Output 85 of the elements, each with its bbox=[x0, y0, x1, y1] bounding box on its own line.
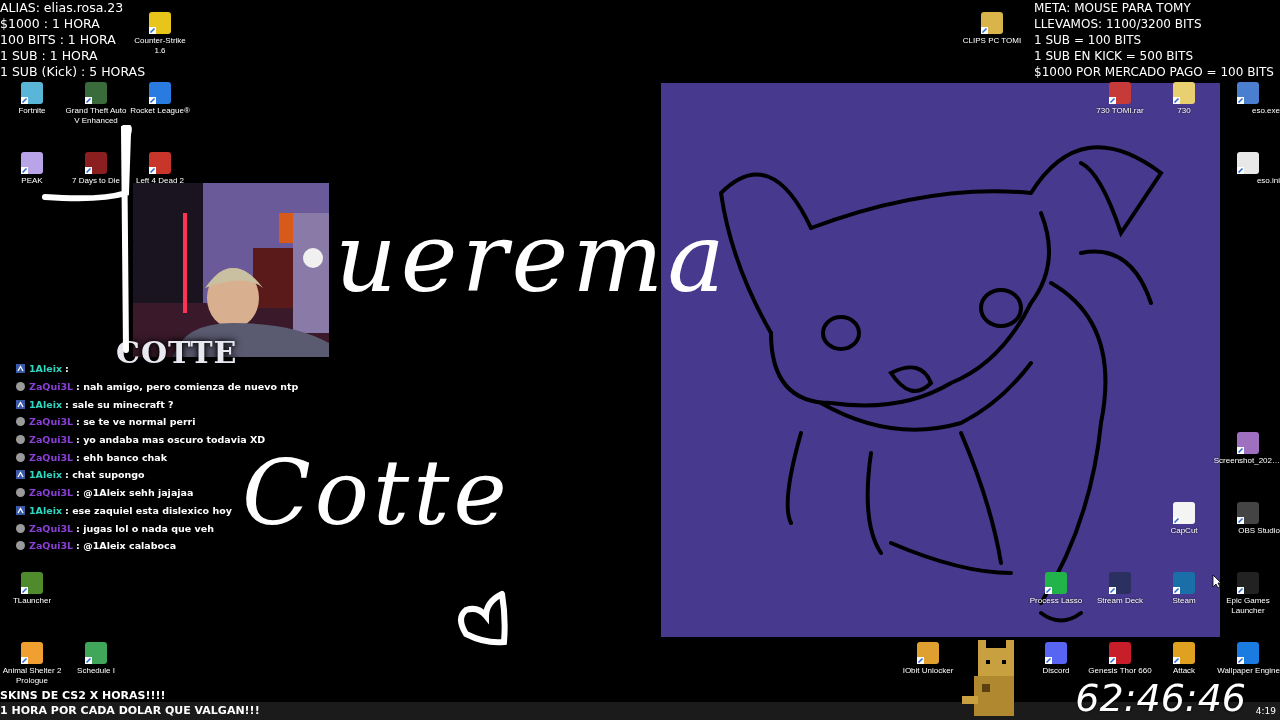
chevron-badge-icon bbox=[16, 505, 25, 515]
icon-label[interactable]: IObit Unlocker bbox=[902, 666, 954, 676]
overlay-text: META: MOUSE PARA TOMY bbox=[1034, 0, 1192, 16]
app-icon bbox=[1109, 82, 1131, 104]
app-icon bbox=[1173, 502, 1195, 524]
app-icon bbox=[21, 82, 43, 104]
app-icon bbox=[1173, 642, 1195, 664]
app-icon bbox=[85, 642, 107, 664]
chat-message: 1Aleix : chat supongo bbox=[29, 469, 145, 481]
app-icon bbox=[1045, 642, 1067, 664]
icon-label[interactable]: TLauncher bbox=[12, 596, 52, 606]
icon-label[interactable]: Genesis Thor 660 bbox=[1088, 666, 1152, 676]
app-icon bbox=[85, 82, 107, 104]
badge-icon bbox=[16, 488, 25, 498]
icon-label[interactable]: 730 TOMI.rar bbox=[1096, 106, 1144, 116]
chat-message: 1Aleix : ese zaquiel esta dislexico hoy bbox=[29, 504, 232, 516]
app-icon bbox=[1109, 572, 1131, 594]
icon-label[interactable]: Left 4 Dead 2 bbox=[135, 176, 184, 186]
overlay-text: 1 SUB : 1 HORA bbox=[0, 48, 99, 64]
app-icon bbox=[1045, 572, 1067, 594]
icon-label[interactable]: CLIPS PC TOMI bbox=[962, 36, 1022, 46]
icon-label[interactable]: Steam bbox=[1172, 596, 1196, 606]
overlay-text: $1000 POR MERCADO PAGO = 100 BITS bbox=[1034, 64, 1275, 80]
logo: COTTE bbox=[116, 336, 238, 370]
app-icon bbox=[1173, 82, 1195, 104]
banner-text: 1 HORA POR CADA DOLAR QUE VALGAN!!! bbox=[0, 703, 260, 718]
chat-message: ZaQui3L : nah amigo, pero comienza de nuevo ntp bbox=[29, 381, 299, 393]
app-icon bbox=[1173, 572, 1195, 594]
chat-message: 1Aleix : bbox=[29, 363, 69, 375]
badge-icon bbox=[16, 382, 25, 392]
app-icon bbox=[149, 12, 171, 34]
app-icon bbox=[21, 152, 43, 174]
app-icon bbox=[85, 152, 107, 174]
icon-label[interactable]: Epic Games Launcher bbox=[1216, 596, 1280, 616]
overlay-text: 1 SUB (Kick) : 5 HORAS bbox=[0, 64, 146, 80]
app-icon bbox=[981, 12, 1003, 34]
icon-label[interactable]: Stream Deck bbox=[1096, 596, 1144, 606]
overlay-text: 1 SUB = 100 BITS bbox=[1034, 32, 1143, 48]
icon-label[interactable]: Grand Theft Auto V Enhanced bbox=[64, 106, 128, 126]
icon-label[interactable]: Attack bbox=[1172, 666, 1196, 676]
app-icon bbox=[1237, 432, 1259, 454]
cursor-icon bbox=[1212, 574, 1222, 589]
chat-message: ZaQui3L : jugas lol o nada que veh bbox=[29, 522, 214, 534]
chat-message: ZaQui3L : @1Aleix calaboca bbox=[29, 540, 177, 552]
handwriting: Cotte bbox=[242, 452, 511, 533]
overlay-text: ALIAS: elias.rosa.23 bbox=[0, 0, 125, 16]
icon-label[interactable]: Counter-Strike 1.6 bbox=[128, 36, 192, 56]
icon-label[interactable]: 7 Days to Die bbox=[72, 176, 120, 186]
app-icon bbox=[1237, 572, 1259, 594]
chat-message: ZaQui3L : yo andaba mas oscuro todavia XD bbox=[29, 434, 266, 446]
chat-message: ZaQui3L : ehh banco chak bbox=[29, 451, 167, 463]
icon-label[interactable]: CapCut bbox=[1170, 526, 1198, 536]
icon-label[interactable]: Fortnite bbox=[18, 106, 46, 116]
overlay-text: LLEVAMOS: 1100/3200 BITS bbox=[1034, 16, 1203, 32]
icon-label[interactable]: 730 bbox=[1177, 106, 1191, 116]
chevron-badge-icon bbox=[16, 470, 25, 480]
chevron-badge-icon bbox=[16, 364, 25, 374]
app-icon bbox=[149, 82, 171, 104]
banner-text: SKINS DE CS2 X HORAS!!!! bbox=[0, 688, 167, 703]
icon-label[interactable]: Rocket League® bbox=[130, 106, 190, 116]
app-icon bbox=[21, 642, 43, 664]
icon-label[interactable]: PEAK bbox=[21, 176, 43, 186]
icon-label[interactable]: Animal Shelter 2 Prologue bbox=[0, 666, 64, 686]
icon-label[interactable]: eso.ini bbox=[1256, 176, 1280, 186]
icon-label[interactable]: OBS Studio bbox=[1238, 526, 1280, 536]
icon-label[interactable]: Wallpaper Engine bbox=[1217, 666, 1280, 676]
app-icon bbox=[1237, 642, 1259, 664]
icon-label[interactable]: Schedule I bbox=[77, 666, 115, 676]
app-icon bbox=[149, 152, 171, 174]
app-icon bbox=[917, 642, 939, 664]
chat-message: 1Aleix : sale su minecraft ? bbox=[29, 398, 174, 410]
app-icon bbox=[1109, 642, 1131, 664]
overlay-text: 1 SUB EN KICK = 500 BITS bbox=[1034, 48, 1195, 64]
app-icon bbox=[21, 572, 43, 594]
chat-message: ZaQui3L : se te ve normal perri bbox=[29, 416, 196, 428]
clock: 4:19 bbox=[1255, 706, 1276, 716]
chevron-badge-icon bbox=[16, 399, 25, 409]
app-icon bbox=[1237, 152, 1259, 174]
icon-label[interactable]: Discord bbox=[1042, 666, 1070, 676]
app-icon bbox=[1237, 502, 1259, 524]
chat-message: ZaQui3L : @1Aleix sehh jajajaa bbox=[29, 487, 194, 499]
icon-label[interactable]: eso.exe bbox=[1251, 106, 1280, 116]
overlay-text: $1000 : 1 HORA bbox=[0, 16, 101, 32]
timer: 62:46:46 bbox=[1075, 678, 1246, 718]
app-icon bbox=[1237, 82, 1259, 104]
